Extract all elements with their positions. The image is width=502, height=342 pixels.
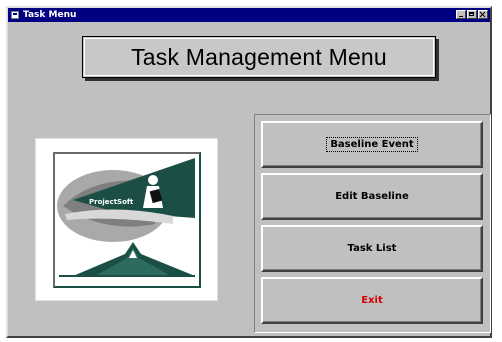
page-title-box: Task Management Menu [82, 36, 436, 78]
minimize-icon[interactable] [456, 10, 466, 19]
window-title: Task Menu [23, 10, 77, 20]
baseline-event-button[interactable]: Baseline Event [261, 121, 483, 168]
form-icon[interactable] [11, 11, 19, 19]
logo-frame: ProjectSoft [35, 138, 218, 301]
window-controls [456, 10, 488, 19]
edit-baseline-label: Edit Baseline [335, 191, 409, 202]
exit-button[interactable]: Exit [261, 277, 483, 324]
logo-graphic: ProjectSoft [57, 158, 195, 277]
title-bar[interactable]: Task Menu [8, 8, 490, 22]
maximize-icon[interactable] [467, 10, 477, 19]
menu-button-panel: Baseline Event Edit Baseline Task List E… [254, 114, 491, 333]
task-list-label: Task List [347, 243, 397, 254]
logo-figure-head [148, 175, 158, 185]
close-icon[interactable] [478, 10, 488, 19]
edit-baseline-button[interactable]: Edit Baseline [261, 173, 483, 220]
baseline-event-label: Baseline Event [326, 137, 418, 152]
logo-image: ProjectSoft [53, 152, 201, 288]
task-list-button[interactable]: Task List [261, 225, 483, 272]
logo-text: ProjectSoft [89, 198, 134, 206]
task-menu-window: Task Menu Task Management Menu ProjectSo… [6, 6, 492, 338]
page-title: Task Management Menu [131, 43, 387, 70]
exit-label: Exit [361, 295, 383, 306]
